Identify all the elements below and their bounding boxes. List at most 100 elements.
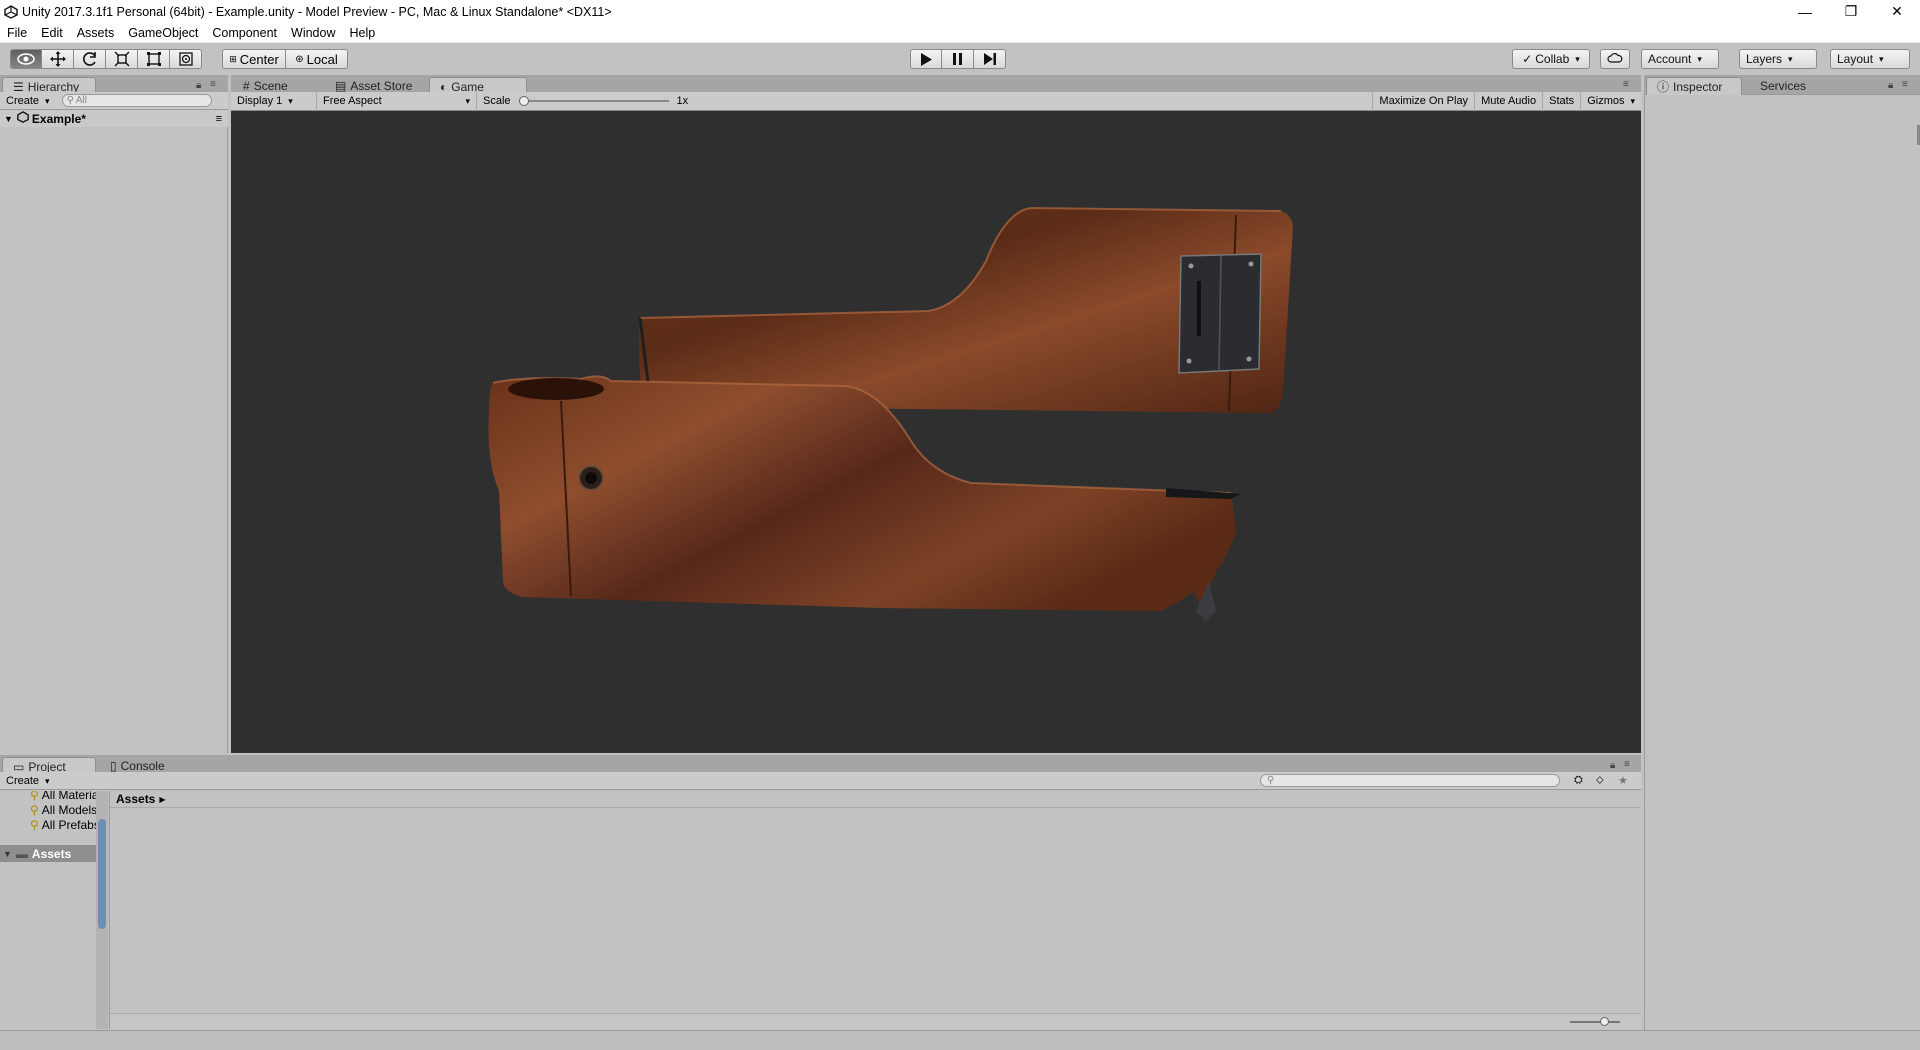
menu-gameobject[interactable]: GameObject (121, 26, 205, 40)
project-lock-icon[interactable]: 🔒︎ (1610, 760, 1615, 771)
scene-name: Example* (31, 111, 86, 126)
rect-tool-icon[interactable] (138, 49, 170, 69)
display-dropdown[interactable]: Display 1 (231, 91, 317, 111)
play-button[interactable] (910, 49, 942, 69)
tab-console-label: Console (120, 759, 165, 773)
maximize-on-play-label: Maximize On Play (1379, 95, 1469, 107)
menu-edit[interactable]: Edit (34, 26, 70, 40)
hierarchy-search-placeholder: All (75, 95, 88, 106)
gizmos-label: Gizmos (1587, 95, 1625, 107)
upper-stock-part (638, 206, 1293, 413)
filter-by-label-icon[interactable]: ⬦ (1596, 774, 1604, 787)
pivot-icon: ⊞ (229, 53, 237, 64)
inspector-menu-icon[interactable]: ≡ (1902, 79, 1908, 90)
pause-button[interactable] (942, 49, 974, 69)
search-icon: ⚲ (66, 95, 74, 106)
favorites-star-icon[interactable]: ★ (1618, 774, 1628, 787)
menu-file[interactable]: File (0, 26, 34, 40)
folder-icon: ▬ (15, 846, 28, 861)
aspect-dropdown[interactable]: Free Aspect (317, 91, 477, 111)
expand-arrow-icon[interactable]: ▼ (3, 849, 12, 859)
hierarchy-panel: ▼ Example* ≡ (0, 110, 228, 753)
transform-tool-icon[interactable] (170, 49, 202, 69)
pivot-center-label: Center (239, 51, 279, 67)
search-favorite-icon: ⚲ (30, 791, 39, 802)
mute-audio-label: Mute Audio (1481, 95, 1537, 107)
hierarchy-toolbar: Create ⚲All (0, 92, 228, 110)
menu-assets[interactable]: Assets (70, 26, 122, 40)
icon-size-slider[interactable] (1570, 1021, 1620, 1023)
maximize-button[interactable]: ❐ (1828, 0, 1874, 23)
transform-tools (10, 49, 202, 69)
scale-slider-track (518, 100, 669, 102)
tab-inspector-label: Inspector (1673, 79, 1723, 94)
scene-row[interactable]: ▼ Example* ≡ (0, 110, 228, 127)
aspect-label: Free Aspect (323, 95, 382, 107)
stats-label: Stats (1549, 95, 1575, 107)
game-view-toolbar: Display 1 Free Aspect Scale 1x Maximize … (231, 91, 1641, 111)
collab-dropdown[interactable]: ✓ Collab (1512, 49, 1590, 69)
layout-label: Layout (1837, 52, 1874, 66)
unity-scene-icon (17, 111, 29, 126)
tab-services[interactable]: Services (1750, 77, 1816, 95)
minimize-button[interactable]: — (1782, 0, 1828, 23)
pivot-toggles: ⊞ Center ⊛ Local (222, 49, 348, 69)
layers-dropdown[interactable]: Layers (1739, 49, 1817, 69)
project-search-input[interactable]: ⚲ (1260, 774, 1560, 787)
cloud-button[interactable] (1600, 49, 1630, 69)
collab-label: Collab (1535, 52, 1570, 66)
icon-size-slider-thumb[interactable] (1600, 1017, 1609, 1026)
folder-tree-scrollbar-thumb[interactable] (98, 819, 106, 929)
move-tool-icon[interactable] (42, 49, 74, 69)
scale-tool-icon[interactable] (106, 49, 138, 69)
menu-component[interactable]: Component (205, 26, 284, 40)
scene-menu-icon[interactable]: ≡ (216, 113, 222, 125)
gizmos-dropdown[interactable]: Gizmos (1581, 92, 1641, 111)
assets-folder-label: Assets (31, 846, 72, 861)
window-title: Unity 2017.3.1f1 Personal (64bit) - Exam… (22, 4, 612, 19)
tab-services-label: Services (1760, 79, 1807, 93)
menu-help[interactable]: Help (342, 26, 382, 40)
display-label: Display 1 (237, 95, 283, 107)
game-view[interactable] (231, 111, 1641, 753)
layout-dropdown[interactable]: Layout (1830, 49, 1910, 69)
close-button[interactable]: ✕ (1874, 0, 1920, 23)
tab-inspector[interactable]: ⓘ Inspector (1646, 77, 1742, 95)
maximize-on-play-toggle[interactable]: Maximize On Play (1372, 91, 1476, 111)
favorite-all-prefabs[interactable]: ⚲ All Prefabs (30, 818, 100, 832)
favorite-all-models[interactable]: ⚲ All Models (30, 803, 97, 817)
pivot-center-toggle[interactable]: ⊞ Center (222, 49, 286, 69)
assets-folder-row[interactable]: ▼ ▬ Assets (0, 845, 96, 862)
info-icon: ⓘ (1657, 80, 1670, 94)
project-create-button[interactable]: Create (0, 775, 56, 787)
menu-window[interactable]: Window (284, 26, 342, 40)
scale-slider[interactable] (518, 95, 669, 107)
scale-slider-thumb[interactable] (518, 96, 529, 106)
panel-menu-icon[interactable]: ≡ (210, 79, 216, 90)
filter-by-type-icon[interactable]: ⛭ (1574, 774, 1583, 787)
scale-control: Scale 1x (477, 92, 694, 111)
step-button[interactable] (974, 49, 1006, 69)
account-dropdown[interactable]: Account (1641, 49, 1719, 69)
scale-label: Scale (483, 95, 511, 107)
pivot-local-toggle[interactable]: ⊛ Local (286, 49, 348, 69)
breadcrumb-assets[interactable]: Assets (116, 792, 155, 806)
hierarchy-search-input[interactable]: ⚲ All (61, 94, 212, 107)
project-toolbar: Create ⚲ ⛭ ⬦ ★ (0, 772, 1641, 790)
hierarchy-create-button[interactable]: Create (0, 95, 56, 107)
view-tool-eye-icon[interactable] (10, 49, 42, 69)
rotate-tool-icon[interactable] (74, 49, 106, 69)
unity-logo-icon (2, 3, 20, 21)
center-panel-menu-icon[interactable]: ≡ (1623, 79, 1629, 90)
mute-audio-toggle[interactable]: Mute Audio (1475, 91, 1544, 111)
breadcrumb-arrow-icon: ▶ (159, 794, 166, 804)
inspector-lock-icon[interactable]: 🔒︎ (1888, 80, 1893, 91)
lock-icon[interactable]: 🔒︎ (196, 80, 201, 91)
console-icon: ▯ (110, 759, 117, 773)
stats-toggle[interactable]: Stats (1543, 91, 1582, 111)
lower-stock-part (488, 375, 1241, 621)
project-menu-icon[interactable]: ≡ (1624, 759, 1630, 770)
expand-arrow-icon[interactable]: ▼ (4, 114, 13, 124)
folder-tree-scrollbar[interactable] (96, 791, 108, 1029)
cloud-icon (1607, 52, 1623, 66)
